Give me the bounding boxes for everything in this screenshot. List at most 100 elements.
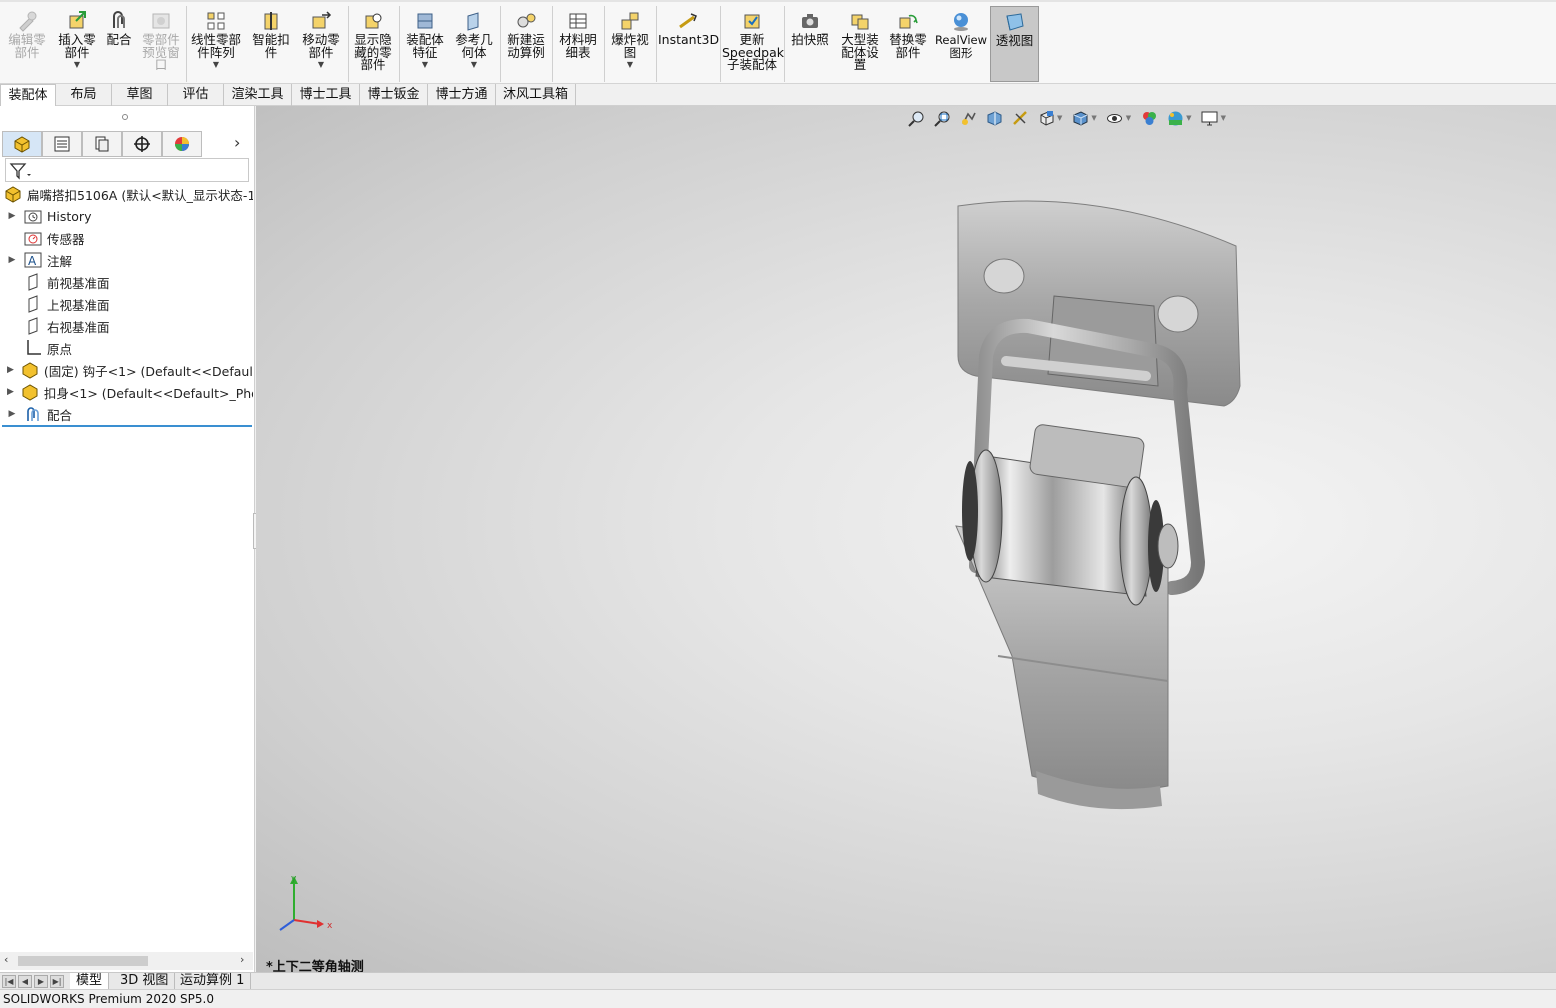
mate-button[interactable]: 配合	[102, 6, 136, 82]
reference-geometry-button[interactable]: 参考几 何体 ▼	[451, 6, 497, 82]
hide-show-items-icon[interactable]	[1105, 108, 1125, 128]
scroll-right-icon[interactable]: ›	[240, 953, 244, 966]
tab-property-manager[interactable]	[42, 131, 82, 157]
tree-item-sensors[interactable]: 传感器	[0, 227, 253, 249]
tab-mufeng-toolbox[interactable]: 沐风工具箱	[496, 84, 576, 106]
large-assembly-settings-button[interactable]: 大型装 配体设 置	[836, 6, 884, 82]
ribbon-separator	[399, 6, 400, 82]
tab-sketch[interactable]: 草图	[112, 84, 168, 106]
move-component-button[interactable]: 移动零 部件 ▼	[298, 6, 344, 82]
tab-doctor-tools[interactable]: 博士工具	[292, 84, 360, 106]
expand-arrow-icon[interactable]: ▶	[7, 387, 14, 397]
previous-view-icon[interactable]	[958, 108, 978, 128]
exploded-view-button[interactable]: 爆炸视 图 ▼	[606, 6, 654, 82]
tab-configuration-manager[interactable]	[82, 131, 122, 157]
panel-grip-handle[interactable]	[122, 114, 128, 120]
edit-appearance-icon[interactable]	[1139, 108, 1159, 128]
edit-component-button[interactable]: 编辑零 部件	[4, 6, 50, 82]
new-motion-study-button[interactable]: 新建运 动算例	[502, 6, 550, 82]
tree-item-label: 配合	[47, 407, 73, 423]
bom-button[interactable]: 材料明 细表	[554, 6, 602, 82]
insert-component-icon	[66, 10, 88, 32]
previous-tab-icon[interactable]: ◀	[18, 975, 32, 988]
tree-item-hook-part[interactable]: ▶ (固定) 钩子<1> (Default<<Default>	[0, 359, 253, 381]
tab-model[interactable]: 模型	[70, 973, 110, 990]
scrollbar-thumb[interactable]	[18, 956, 148, 966]
panel-horizontal-scrollbar[interactable]: ‹ ›	[0, 952, 253, 970]
scroll-left-icon[interactable]: ‹	[4, 953, 8, 966]
replace-component-button[interactable]: 替换零 部件	[884, 6, 932, 82]
update-speedpak-button[interactable]: 更新 Speedpak 子装配体	[722, 6, 784, 82]
tab-doctor-sheetmetal[interactable]: 博士钣金	[360, 84, 428, 106]
zoom-to-fit-icon[interactable]	[906, 108, 926, 128]
command-manager-tabs: 装配体 布局 草图 评估 渲染工具 博士工具 博士钣金 博士方通 沐风工具箱	[0, 84, 1556, 106]
chevron-right-icon[interactable]: ›	[234, 133, 240, 152]
tab-feature-manager[interactable]	[2, 131, 42, 157]
zoom-to-area-icon[interactable]	[932, 108, 952, 128]
view-orientation-icon[interactable]	[1036, 108, 1056, 128]
tree-item-body-part[interactable]: ▶ 扣身<1> (Default<<Default>_Photc	[0, 381, 253, 403]
snapshot-button[interactable]: 拍快照	[786, 6, 834, 82]
chevron-down-icon[interactable]: ▼	[1221, 114, 1226, 122]
tree-item-annotations[interactable]: ▶ A 注解	[0, 249, 253, 271]
bom-icon	[567, 10, 589, 32]
chevron-down-icon[interactable]: ▼	[74, 61, 80, 69]
chevron-down-icon[interactable]: ▼	[1091, 114, 1096, 122]
tab-assembly[interactable]: 装配体	[0, 84, 56, 106]
section-view-icon[interactable]	[984, 108, 1004, 128]
expand-arrow-icon[interactable]: ▶	[7, 211, 17, 221]
chevron-down-icon[interactable]: ▼	[318, 61, 324, 69]
chevron-down-icon[interactable]: ▼	[1186, 114, 1191, 122]
tab-3d-view[interactable]: 3D 视图	[114, 973, 176, 990]
tab-motion-study-1[interactable]: 运动算例 1	[174, 973, 252, 990]
latch-assembly-model[interactable]	[936, 186, 1276, 826]
crosshair-icon	[134, 136, 150, 152]
chevron-down-icon[interactable]: ▼	[213, 61, 219, 69]
tab-doctor-tube[interactable]: 博士方通	[428, 84, 496, 106]
apply-scene-icon[interactable]	[1165, 108, 1185, 128]
tree-item-origin[interactable]: 原点	[0, 337, 253, 359]
show-hidden-components-button[interactable]: 显示隐 藏的零 部件	[350, 6, 396, 82]
chevron-down-icon[interactable]: ▼	[627, 61, 633, 69]
linear-pattern-button[interactable]: 线性零部 件阵列 ▼	[188, 6, 244, 82]
last-tab-icon[interactable]: ▶|	[50, 975, 64, 988]
insert-component-button[interactable]: 插入零 部件 ▼	[54, 6, 100, 82]
tab-layout[interactable]: 布局	[56, 84, 112, 106]
expand-arrow-icon[interactable]: ▶	[7, 365, 14, 375]
chevron-down-icon[interactable]: ▼	[471, 61, 477, 69]
tree-item-history[interactable]: ▶ History	[0, 205, 253, 227]
realview-graphics-button[interactable]: RealView 图形	[934, 6, 988, 82]
tree-root-assembly[interactable]: 扁嘴搭扣5106A (默认<默认_显示状态-1>	[0, 183, 253, 205]
tree-item-right-plane[interactable]: 右视基准面	[0, 315, 253, 337]
dynamic-annotation-icon[interactable]	[1010, 108, 1030, 128]
assembly-feature-button[interactable]: 装配体 特征 ▼	[401, 6, 449, 82]
tab-render-tools[interactable]: 渲染工具	[224, 84, 292, 106]
component-preview-button[interactable]: 零部件 预览窗 口	[138, 6, 184, 82]
tab-evaluate[interactable]: 评估	[168, 84, 224, 106]
tree-filter-box[interactable]	[5, 158, 249, 182]
tab-display-manager[interactable]	[162, 131, 202, 157]
expand-arrow-icon[interactable]: ▶	[7, 409, 17, 419]
view-settings-icon[interactable]	[1200, 108, 1220, 128]
chevron-down-icon[interactable]: ▼	[1126, 114, 1131, 122]
perspective-view-button[interactable]: 透视图	[990, 6, 1039, 82]
smart-fastener-button[interactable]: 智能扣 件	[248, 6, 294, 82]
graphics-viewport[interactable]: ▼ ▼ ▼ ▼ ▼ x y *上下二等角轴测	[256, 106, 1556, 972]
tree-item-front-plane[interactable]: 前视基准面	[0, 271, 253, 293]
instant3d-button[interactable]: Instant3D	[658, 6, 719, 82]
tree-item-mates[interactable]: ▶ 配合	[0, 403, 253, 425]
expand-arrow-icon[interactable]: ▶	[7, 255, 17, 265]
tree-item-label: 右视基准面	[47, 319, 110, 335]
ribbon-separator	[186, 6, 187, 82]
tree-item-top-plane[interactable]: 上视基准面	[0, 293, 253, 315]
plane-icon	[24, 317, 42, 335]
tab-dimxpert-manager[interactable]	[122, 131, 162, 157]
tree-rollback-bar[interactable]	[2, 425, 252, 427]
chevron-down-icon[interactable]: ▼	[1057, 114, 1062, 122]
display-style-icon[interactable]	[1070, 108, 1090, 128]
ribbon-separator	[656, 6, 657, 82]
chevron-down-icon[interactable]: ▼	[422, 61, 428, 69]
first-tab-icon[interactable]: |◀	[2, 975, 16, 988]
next-tab-icon[interactable]: ▶	[34, 975, 48, 988]
plane-icon	[24, 295, 42, 313]
